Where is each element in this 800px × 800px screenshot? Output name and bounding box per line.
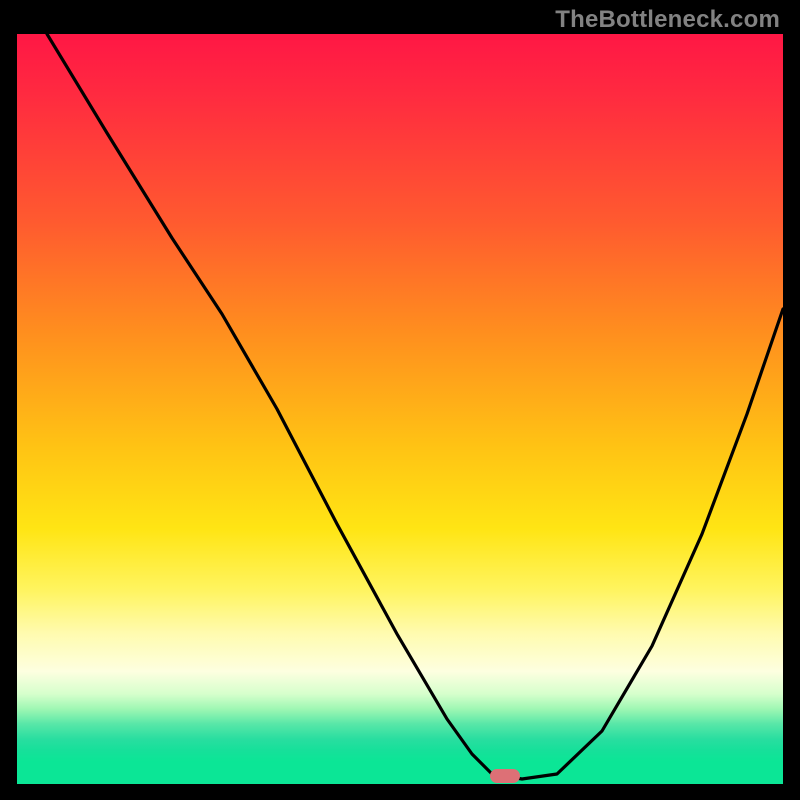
baseline-green-band	[17, 762, 783, 784]
bottleneck-curve	[17, 34, 783, 784]
minimum-marker	[490, 769, 520, 783]
watermark-text: TheBottleneck.com	[555, 6, 780, 34]
chart-frame: TheBottleneck.com	[0, 0, 800, 800]
plot-area	[17, 34, 783, 784]
